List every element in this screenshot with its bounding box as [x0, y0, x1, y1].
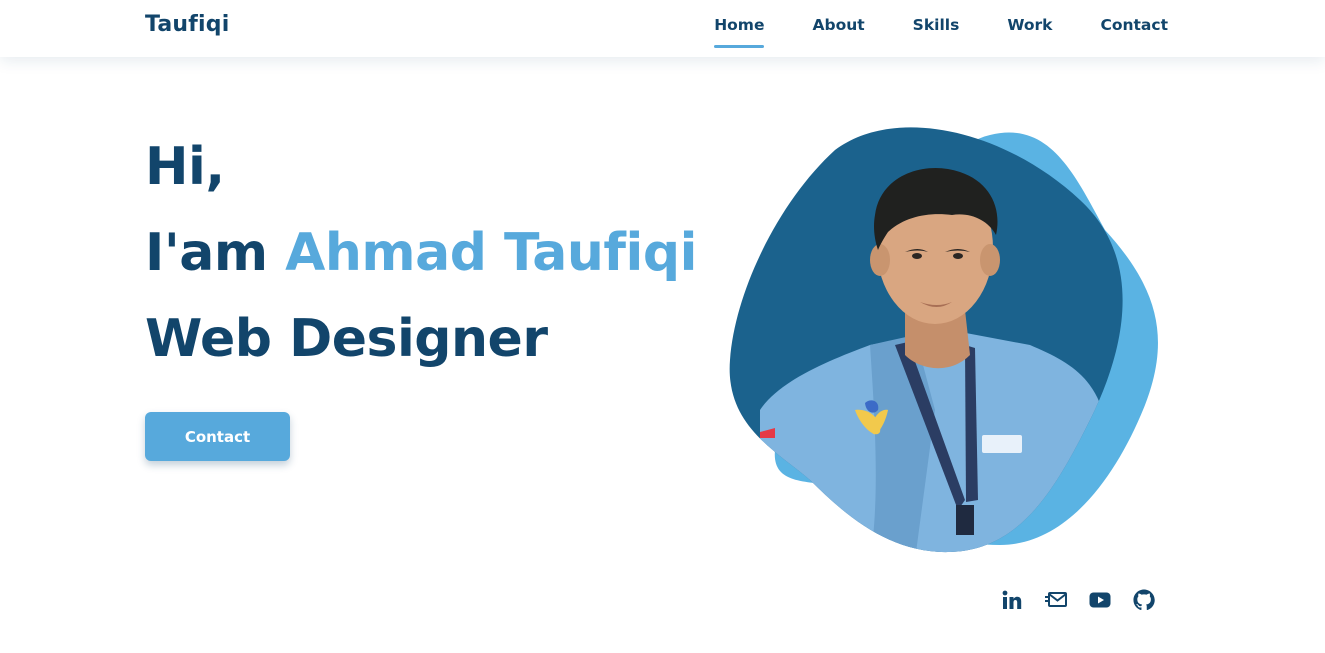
hero-role: Web Designer [145, 309, 548, 369]
nav-about[interactable]: About [812, 16, 864, 34]
hero-name: Ahmad Taufiqi [285, 223, 697, 283]
youtube-icon[interactable] [1088, 588, 1112, 612]
nav-home[interactable]: Home [714, 16, 765, 48]
github-icon[interactable] [1132, 588, 1156, 612]
nav-work[interactable]: Work [1007, 16, 1052, 34]
nav-skills[interactable]: Skills [913, 16, 960, 34]
hero-portrait [729, 127, 1158, 553]
mail-icon[interactable] [1044, 588, 1068, 612]
hero-intro-prefix: I'am [145, 223, 286, 283]
site-header: Taufiqi Home About Skills Work Contact [0, 0, 1325, 57]
main-nav: Home About Skills Work Contact [700, 16, 1168, 48]
linkedin-icon[interactable] [1000, 588, 1024, 612]
contact-button[interactable]: Contact [145, 412, 290, 461]
hero-greeting: Hi, [145, 137, 225, 197]
hero-heading: Hi, I'am Ahmad Taufiqi Web Designer [145, 124, 697, 382]
social-links [1000, 588, 1156, 612]
hero-intro: I'am Ahmad Taufiqi [145, 210, 697, 296]
nav-contact[interactable]: Contact [1100, 16, 1168, 34]
site-logo[interactable]: Taufiqi [145, 12, 229, 37]
